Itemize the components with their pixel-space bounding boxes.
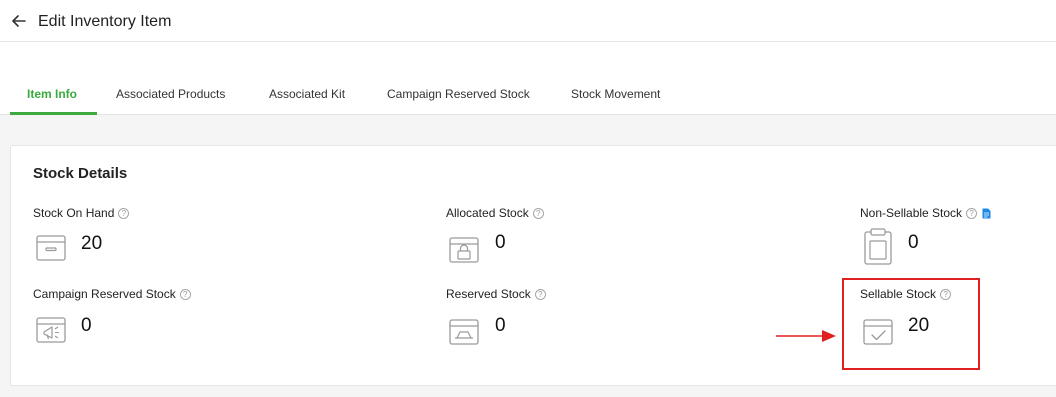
- non-sellable-stock-label-text: Non-Sellable Stock: [860, 206, 963, 220]
- active-tab-indicator: [10, 112, 97, 115]
- tray-box-icon: [448, 314, 480, 346]
- campaign-reserved-stock-value: 0: [81, 315, 92, 336]
- tab-bar: Item Info Associated Products Associated…: [0, 42, 1056, 115]
- document-icon[interactable]: [982, 208, 991, 219]
- tab-associated-products[interactable]: Associated Products: [116, 87, 225, 101]
- help-icon[interactable]: ?: [532, 207, 544, 219]
- reserved-stock-label: Reserved Stock ?: [446, 287, 546, 301]
- campaign-reserved-stock-label-text: Campaign Reserved Stock: [33, 287, 176, 301]
- annotation-arrow-icon: [776, 329, 836, 343]
- help-icon[interactable]: ?: [179, 288, 191, 300]
- tab-campaign-reserved-stock[interactable]: Campaign Reserved Stock: [387, 87, 530, 101]
- stock-on-hand-value: 20: [81, 233, 103, 254]
- section-title: Stock Details: [33, 165, 128, 182]
- allocated-stock-value: 0: [495, 232, 506, 253]
- non-sellable-stock-value: 0: [908, 232, 919, 253]
- box-icon: [35, 230, 67, 262]
- annotation-highlight-box: [842, 278, 980, 370]
- reserved-stock-value: 0: [495, 315, 506, 336]
- lock-box-icon: [448, 232, 480, 264]
- allocated-stock-label-text: Allocated Stock: [446, 206, 529, 220]
- tab-associated-kit[interactable]: Associated Kit: [269, 87, 345, 101]
- page-header: Edit Inventory Item: [0, 0, 1056, 42]
- reserved-stock-label-text: Reserved Stock: [446, 287, 531, 301]
- stock-on-hand-label-text: Stock On Hand: [33, 206, 115, 220]
- page-title: Edit Inventory Item: [38, 13, 172, 30]
- help-icon[interactable]: ?: [534, 288, 546, 300]
- non-sellable-stock-label: Non-Sellable Stock ?: [860, 206, 991, 220]
- help-icon[interactable]: ?: [118, 207, 130, 219]
- clipboard-icon: [862, 228, 894, 265]
- megaphone-icon: [35, 312, 67, 344]
- tab-item-info[interactable]: Item Info: [27, 87, 77, 101]
- campaign-reserved-stock-label: Campaign Reserved Stock ?: [33, 287, 191, 301]
- tab-stock-movement[interactable]: Stock Movement: [571, 87, 660, 101]
- stock-on-hand-label: Stock On Hand ?: [33, 206, 130, 220]
- help-icon[interactable]: ?: [966, 207, 978, 219]
- allocated-stock-label: Allocated Stock ?: [446, 206, 544, 220]
- back-arrow-icon[interactable]: [12, 12, 28, 30]
